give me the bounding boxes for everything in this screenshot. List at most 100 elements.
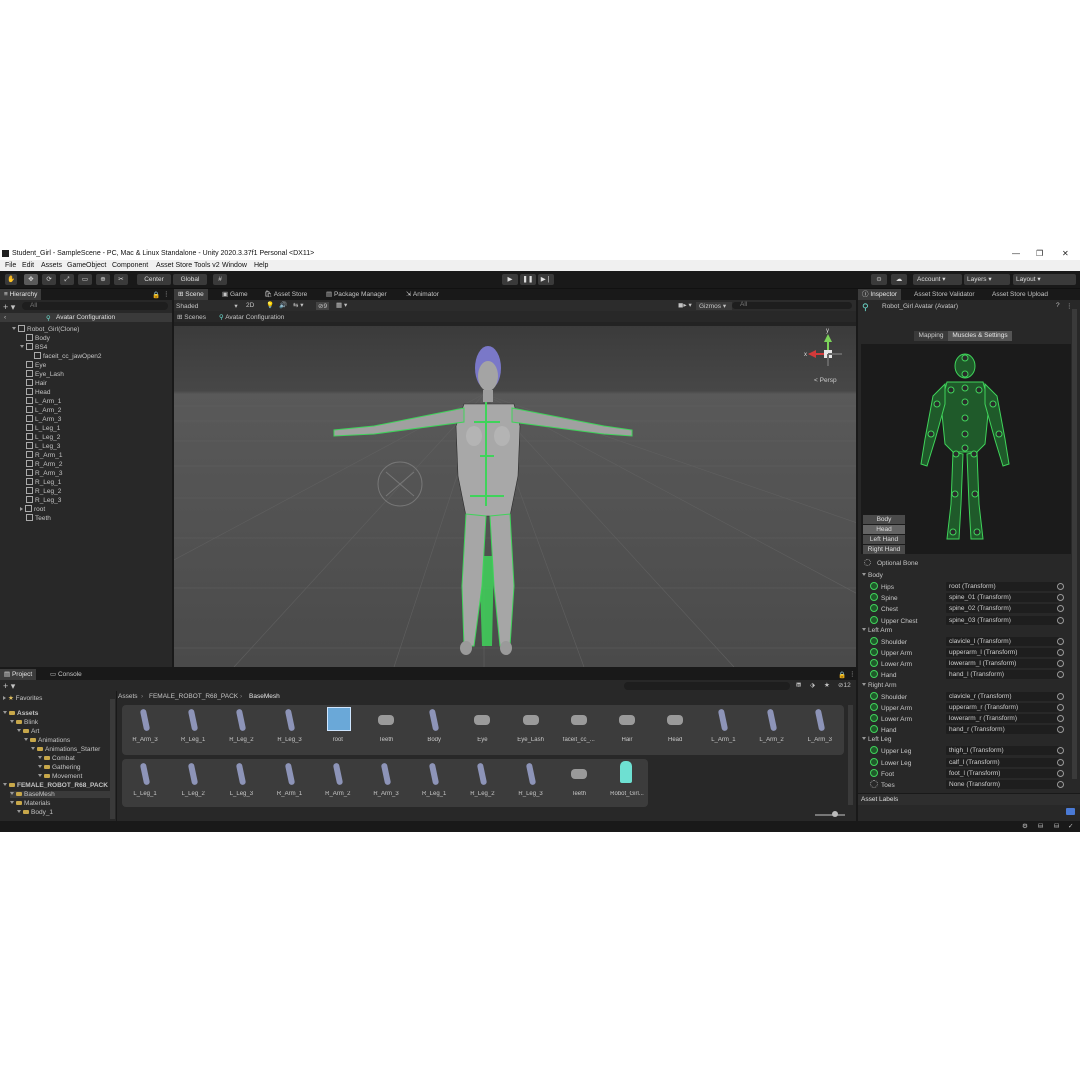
move-tool-icon[interactable]: ✥ xyxy=(24,274,38,285)
asset-item[interactable]: Eye_Lash xyxy=(508,707,554,751)
lighting-icon[interactable]: 💡 xyxy=(266,301,274,309)
asset-scrollbar[interactable] xyxy=(848,705,853,805)
object-picker-icon[interactable] xyxy=(1057,769,1064,777)
object-picker-icon[interactable] xyxy=(1057,747,1064,755)
cloud-icon[interactable]: ☁ xyxy=(891,274,907,285)
favorites-item[interactable]: ★ Favorites xyxy=(3,694,42,702)
asset-item[interactable]: R_Arm_1 xyxy=(267,761,313,805)
cache-server-icon[interactable]: ⛁ xyxy=(1038,822,1043,830)
expand-arrow-icon[interactable] xyxy=(10,720,14,723)
object-picker-icon[interactable] xyxy=(1057,671,1064,679)
hierarchy-item[interactable]: R_Arm_3 xyxy=(20,469,62,477)
hierarchy-item[interactable]: R_Arm_2 xyxy=(20,460,62,468)
hierarchy-item[interactable]: Body xyxy=(20,334,50,342)
transform-object-field[interactable]: foot_l (Transform) xyxy=(946,768,1059,778)
asset-item[interactable]: Hair xyxy=(604,707,650,751)
asset-item[interactable]: root xyxy=(315,707,361,751)
hierarchy-item[interactable]: R_Arm_1 xyxy=(20,451,62,459)
layout-dropdown[interactable]: Layout ▾ xyxy=(1013,274,1076,285)
menu-file[interactable]: File xyxy=(5,262,16,269)
hierarchy-item[interactable]: Hair xyxy=(20,379,47,387)
scale-tool-icon[interactable]: ⤢ xyxy=(60,274,74,285)
object-picker-icon[interactable] xyxy=(1057,649,1064,656)
menu-asset-store-tools[interactable]: Asset Store Tools v2 xyxy=(156,262,220,269)
breadcrumb-scenes[interactable]: ⊞ Scenes xyxy=(177,313,206,321)
asset-item[interactable]: L_Arm_1 xyxy=(700,707,746,751)
more-options-icon[interactable]: ⋮ xyxy=(163,290,170,298)
tab-animator[interactable]: ⇲ Animator xyxy=(402,289,443,300)
hierarchy-item[interactable]: R_Leg_3 xyxy=(20,496,61,504)
transform-object-field[interactable]: hand_l (Transform) xyxy=(946,670,1059,680)
inspector-scrollbar[interactable] xyxy=(1072,309,1077,779)
tab-inspector[interactable]: ⓘ Inspector xyxy=(858,289,902,300)
object-picker-icon[interactable] xyxy=(1057,703,1064,711)
transform-object-field[interactable]: clavicle_l (Transform) xyxy=(946,636,1059,646)
asset-item[interactable]: Teeth xyxy=(556,761,602,805)
project-folder-item[interactable]: Materials xyxy=(10,800,50,807)
asset-item[interactable]: L_Arm_3 xyxy=(797,707,843,751)
help-icon[interactable]: ? xyxy=(1056,302,1060,309)
step-button[interactable]: ▶❘ xyxy=(538,274,554,285)
expand-arrow-icon[interactable] xyxy=(10,792,14,795)
play-button[interactable]: ▶ xyxy=(502,274,518,285)
asset-item[interactable]: L_Leg_1 xyxy=(122,761,168,805)
asset-item[interactable]: L_Leg_2 xyxy=(170,761,216,805)
tab-asset-store-upload[interactable]: Asset Store Upload xyxy=(988,289,1052,300)
project-folder-item[interactable]: Animations_Starter xyxy=(31,746,100,753)
filter-by-label-icon[interactable]: ⬗ xyxy=(810,681,815,689)
object-picker-icon[interactable] xyxy=(1057,660,1064,668)
asset-item[interactable]: L_Leg_3 xyxy=(218,761,264,805)
camera-icon[interactable]: ◼▸ ▾ xyxy=(678,301,692,309)
filter-by-type-icon[interactable]: ⛃ xyxy=(796,681,801,689)
collab-icon[interactable]: ⊙ xyxy=(871,274,887,285)
zoom-slider-handle[interactable] xyxy=(832,811,838,817)
menu-window[interactable]: Window xyxy=(222,262,247,269)
asset-item[interactable]: R_Leg_3 xyxy=(508,761,554,805)
body-part-left-hand[interactable]: Left Hand xyxy=(863,535,905,544)
scene-search-input[interactable]: All xyxy=(732,301,852,309)
hierarchy-item[interactable]: R_Leg_1 xyxy=(20,478,61,486)
expand-arrow-icon[interactable] xyxy=(862,573,866,576)
breadcrumb-avatar-config[interactable]: ⚲ Avatar Configuration xyxy=(219,313,284,321)
object-picker-icon[interactable] xyxy=(1057,583,1064,590)
toggle-2d-button[interactable]: 2D xyxy=(246,302,254,309)
create-plus-button[interactable]: + ▾ xyxy=(3,302,15,313)
hierarchy-item[interactable]: root xyxy=(20,505,45,513)
project-folder-item[interactable]: Assets xyxy=(3,710,38,717)
body-part-right-hand[interactable]: Right Hand xyxy=(863,545,905,554)
expand-arrow-icon[interactable] xyxy=(12,327,16,330)
asset-item[interactable]: R_Arm_2 xyxy=(315,761,361,805)
account-dropdown[interactable]: Account ▾ xyxy=(913,274,962,285)
notifications-icon[interactable]: ⛁ xyxy=(1054,822,1059,830)
hierarchy-item[interactable]: Eye xyxy=(20,361,46,369)
space-toggle[interactable]: Global xyxy=(173,274,207,285)
project-folder-item[interactable]: Combat xyxy=(38,755,75,762)
scene-viewport[interactable]: y x < Persp xyxy=(174,326,856,667)
project-folder-item[interactable]: Art xyxy=(17,728,39,735)
tab-console[interactable]: ▭ Console xyxy=(46,669,86,680)
shading-dropdown[interactable]: Shaded ▾ xyxy=(176,302,238,310)
object-picker-icon[interactable] xyxy=(1057,758,1064,766)
transform-object-field[interactable]: spine_03 (Transform) xyxy=(946,615,1059,625)
crumb-basemesh[interactable]: BaseMesh xyxy=(249,693,280,700)
transform-object-field[interactable]: spine_01 (Transform) xyxy=(946,593,1059,603)
expand-arrow-icon[interactable] xyxy=(24,738,28,741)
tab-hierarchy[interactable]: ≡ Hierarchy xyxy=(0,289,42,300)
crumb-assets[interactable]: Assets xyxy=(118,693,138,700)
asset-item[interactable]: L_Arm_2 xyxy=(749,707,795,751)
rotate-tool-icon[interactable]: ⟳ xyxy=(42,274,56,285)
transform-object-field[interactable]: spine_02 (Transform) xyxy=(946,604,1059,614)
project-folder-item[interactable]: BaseMesh xyxy=(10,791,113,798)
asset-item[interactable]: R_Leg_1 xyxy=(170,707,216,751)
transform-object-field[interactable]: lowerarm_r (Transform) xyxy=(946,714,1059,723)
transform-object-field[interactable]: root (Transform) xyxy=(946,582,1059,591)
layers-dropdown[interactable]: Layers ▾ xyxy=(964,274,1010,285)
asset-item[interactable]: faceit_cc_... xyxy=(556,707,602,751)
tree-scrollbar[interactable] xyxy=(110,699,115,819)
grid-snap-icon[interactable]: # xyxy=(213,274,227,285)
expand-arrow-icon[interactable] xyxy=(20,345,24,348)
asset-item[interactable]: Head xyxy=(652,707,698,751)
maximize-button[interactable]: ❐ xyxy=(1036,249,1043,258)
pivot-toggle[interactable]: Center xyxy=(137,274,171,285)
effects-icon[interactable]: ⇆ ▾ xyxy=(293,301,304,309)
